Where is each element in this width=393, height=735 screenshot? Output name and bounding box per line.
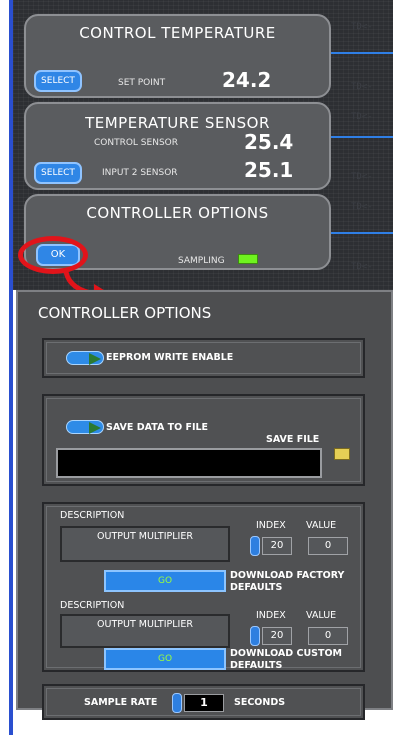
save-file-label: SAVE FILE: [266, 434, 320, 445]
factory-index-spinner[interactable]: [250, 536, 260, 556]
save-data-section: SAVE DATA TO FILE SAVE FILE: [42, 394, 365, 486]
custom-description-label: DESCRIPTION: [60, 600, 125, 611]
controller-options-card-title: CONTROLLER OPTIONS: [86, 204, 269, 222]
factory-value-input[interactable]: 0: [308, 537, 348, 555]
sample-rate-input[interactable]: 1: [184, 694, 224, 712]
set-point-value: 24.2: [222, 68, 272, 92]
custom-value-input[interactable]: 0: [308, 627, 348, 645]
factory-go-button[interactable]: GO: [104, 570, 226, 592]
eeprom-section: EEPROM WRITE ENABLE: [42, 338, 365, 378]
controller-options-panel: CONTROLLER OPTIONS EEPROM WRITE ENABLE S…: [16, 290, 393, 720]
browse-folder-icon[interactable]: [334, 448, 350, 460]
options-panel-title: CONTROLLER OPTIONS: [38, 304, 212, 322]
eeprom-write-label: EEPROM WRITE ENABLE: [106, 352, 234, 363]
save-data-toggle[interactable]: [66, 420, 104, 434]
sample-rate-label: SAMPLE RATE: [84, 697, 158, 708]
sample-rate-unit: SECONDS: [234, 697, 286, 708]
custom-index-label: INDEX: [256, 610, 286, 621]
factory-value-label: VALUE: [306, 520, 337, 531]
custom-index-spinner[interactable]: [250, 626, 260, 646]
factory-description-field[interactable]: OUTPUT MULTIPLIER: [60, 526, 230, 562]
custom-go-button[interactable]: GO: [104, 648, 226, 670]
custom-value-label: VALUE: [306, 610, 337, 621]
control-temperature-title: CONTROL TEMPERATURE: [79, 24, 276, 42]
factory-index-input[interactable]: 20: [262, 537, 292, 555]
control-sensor-value: 25.4: [244, 130, 294, 154]
factory-defaults-section: DESCRIPTION OUTPUT MULTIPLIER INDEX VALU…: [42, 502, 365, 672]
input2-sensor-value: 25.1: [244, 158, 294, 182]
custom-description-field[interactable]: OUTPUT MULTIPLIER: [60, 614, 230, 648]
set-point-select-button[interactable]: SELECT: [34, 70, 82, 92]
highlight-ring: [18, 236, 88, 274]
factory-index-label: INDEX: [256, 520, 286, 531]
download-factory-label: DOWNLOAD FACTORY DEFAULTS: [230, 570, 345, 593]
input2-select-button[interactable]: SELECT: [34, 162, 82, 184]
control-temperature-card: CONTROL TEMPERATURE SELECT SET POINT 24.…: [24, 14, 331, 98]
control-sensor-label: CONTROL SENSOR: [94, 138, 178, 148]
sampling-indicator-led: [238, 254, 258, 264]
file-path-input[interactable]: [56, 448, 322, 478]
factory-description-label: DESCRIPTION: [60, 510, 125, 521]
eeprom-write-toggle[interactable]: [66, 351, 104, 365]
temperature-sensor-card: TEMPERATURE SENSOR CONTROL SENSOR 25.4 S…: [24, 102, 331, 190]
custom-index-input[interactable]: 20: [262, 627, 292, 645]
sample-rate-spinner[interactable]: [172, 693, 182, 713]
set-point-label: SET POINT: [118, 78, 166, 88]
sample-rate-section: SAMPLE RATE 1 SECONDS: [42, 684, 365, 720]
download-custom-label: DOWNLOAD CUSTOM DEFAULTS: [230, 648, 343, 671]
input2-sensor-label: INPUT 2 SENSOR: [102, 168, 178, 178]
save-data-label: SAVE DATA TO FILE: [106, 422, 209, 433]
sampling-label: SAMPLING: [178, 256, 225, 266]
